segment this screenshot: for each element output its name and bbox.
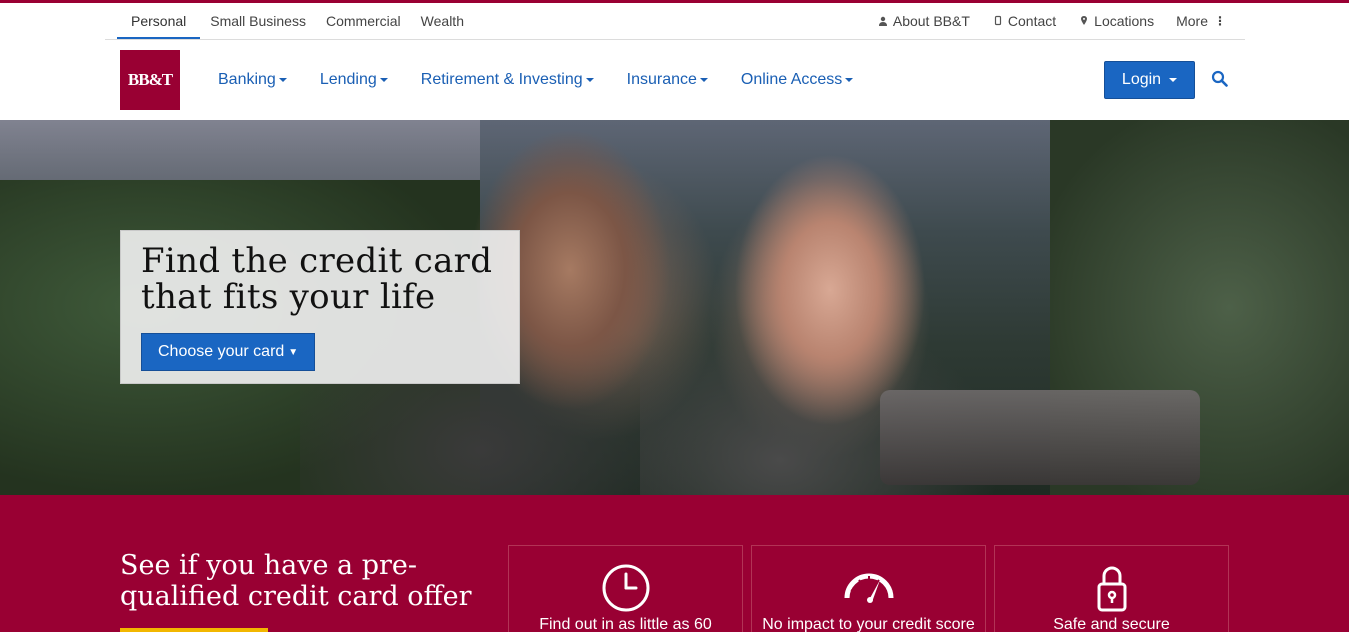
caret-down-icon (1169, 78, 1178, 82)
more-vertical-icon: ⋮ (1214, 14, 1226, 28)
speedometer-icon (842, 562, 896, 614)
caret-down-icon (845, 78, 854, 82)
phone-icon (992, 15, 1004, 27)
more-link-label: More (1176, 13, 1208, 29)
utility-bar: Personal Small Business Commercial Wealt… (105, 3, 1245, 40)
utility-links: About BB&T Contact Locations More ⋮ (855, 3, 1226, 39)
hero-promo-card: Find the credit card that fits your life… (120, 230, 520, 384)
caret-down-icon (379, 78, 388, 82)
clock-icon (599, 562, 653, 614)
about-link[interactable]: About BB&T (877, 13, 970, 29)
contact-link[interactable]: Contact (992, 13, 1056, 29)
segment-tabs: Personal Small Business Commercial Wealt… (105, 3, 474, 39)
prequalify-cta-underline (120, 628, 268, 632)
caret-down-icon (278, 78, 287, 82)
nav-insurance-label: Insurance (626, 71, 697, 88)
prequalify-section: See if you have a pre-qualified credit c… (0, 495, 1349, 632)
tab-wealth[interactable]: Wealth (411, 3, 474, 39)
locations-link[interactable]: Locations (1078, 13, 1154, 29)
tab-personal[interactable]: Personal (117, 3, 201, 39)
arrow-down-icon: ▼ (288, 346, 299, 358)
caret-down-icon (699, 78, 708, 82)
feature-credit-score-text: No impact to your credit score (762, 616, 975, 632)
contact-link-label: Contact (1007, 13, 1057, 29)
more-link[interactable]: More ⋮ (1176, 13, 1226, 29)
choose-card-button[interactable]: Choose your card ▼ (141, 333, 316, 371)
nav-lending[interactable]: Lending (320, 71, 388, 89)
person-icon (877, 15, 889, 27)
hero-title: Find the credit card that fits your life (141, 241, 493, 317)
feature-card-credit-score: No impact to your credit score (751, 545, 986, 632)
padlock-icon (1085, 562, 1139, 614)
feature-secure-text: Safe and secure (1053, 616, 1170, 632)
choose-card-label: Choose your card (158, 343, 285, 360)
location-pin-icon (1078, 15, 1090, 27)
hero-photo-camera (880, 390, 1200, 485)
nav-banking-label: Banking (218, 71, 276, 88)
tab-small-business[interactable]: Small Business (200, 3, 316, 39)
nav-online-access[interactable]: Online Access (740, 71, 854, 89)
login-button[interactable]: Login (1104, 61, 1195, 99)
about-link-label: About BB&T (892, 13, 970, 29)
main-navigation: BB&T Banking Lending Retirement & Invest… (105, 40, 1245, 120)
caret-down-icon (585, 78, 594, 82)
nav-retirement-label: Retirement & Investing (420, 71, 583, 88)
nav-insurance[interactable]: Insurance (627, 71, 708, 89)
nav-retirement-investing[interactable]: Retirement & Investing (421, 71, 594, 89)
locations-link-label: Locations (1094, 13, 1155, 29)
feature-card-secure: Safe and secure (994, 545, 1229, 632)
bbt-logo[interactable]: BB&T (120, 50, 180, 110)
search-icon[interactable] (1211, 70, 1228, 87)
nav-menu: Banking Lending Retirement & Investing I… (218, 40, 886, 120)
hero-banner: Find the credit card that fits your life… (0, 120, 1349, 495)
nav-lending-label: Lending (319, 71, 377, 88)
feature-speed-text: Find out in as little as 60 (539, 616, 712, 632)
feature-card-speed: Find out in as little as 60 (508, 545, 743, 632)
prequalify-title: See if you have a pre-qualified credit c… (120, 550, 472, 612)
nav-banking[interactable]: Banking (218, 71, 287, 89)
nav-online-access-label: Online Access (740, 71, 843, 88)
login-button-label: Login (1121, 71, 1162, 88)
tab-commercial[interactable]: Commercial (316, 3, 411, 39)
